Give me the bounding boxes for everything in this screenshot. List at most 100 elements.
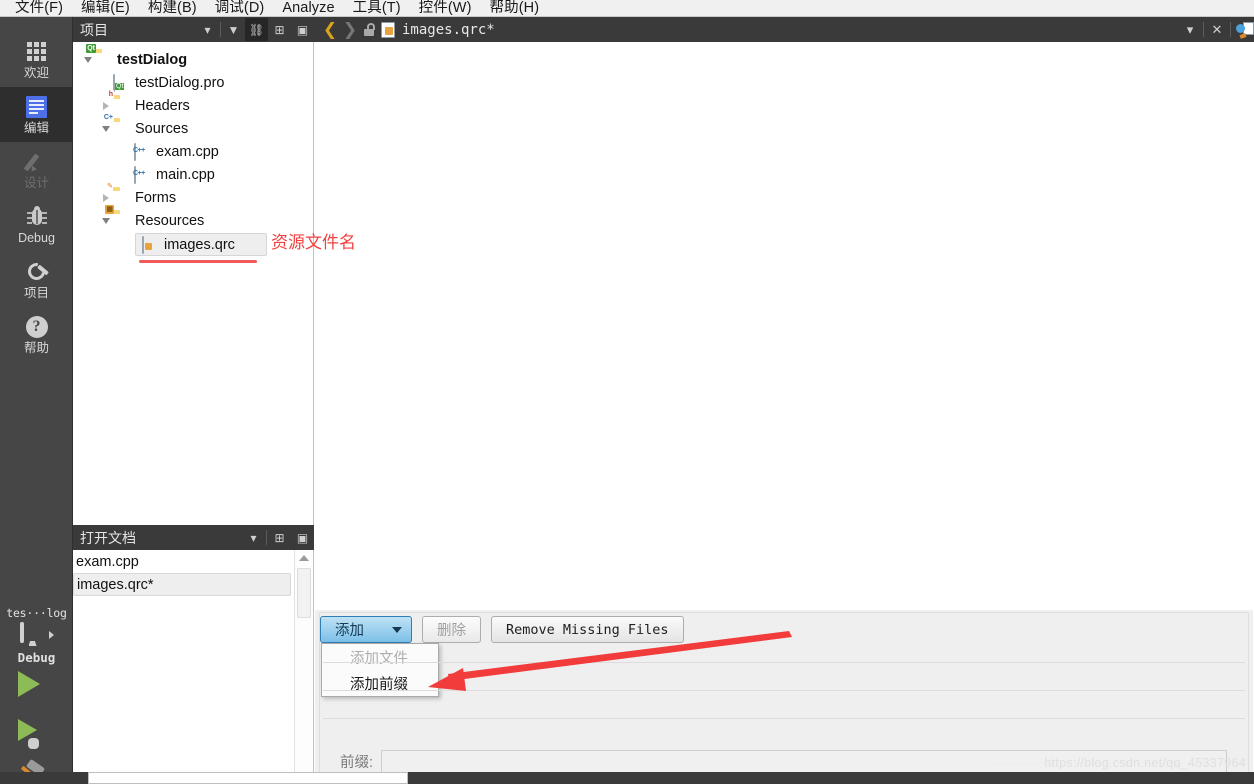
remove-button[interactable]: 删除 xyxy=(422,616,481,643)
tree-label: testDialog xyxy=(117,51,188,68)
menu-window[interactable]: 控件(W) xyxy=(410,0,481,17)
qrc-file-icon xyxy=(381,21,395,38)
remove-missing-files-button[interactable]: Remove Missing Files xyxy=(491,616,684,643)
tree-label: testDialog.pro xyxy=(135,74,225,91)
tree-item-exam-cpp[interactable]: exam.cpp xyxy=(73,140,313,163)
debug-button[interactable] xyxy=(0,707,73,753)
document-icon xyxy=(26,95,47,119)
wrench-icon xyxy=(25,260,49,284)
tree-item-testdialog[interactable]: Qt testDialog xyxy=(73,44,313,71)
resource-tree-view[interactable] xyxy=(323,650,1245,732)
file-cpp-icon xyxy=(134,166,151,184)
mode-projects[interactable]: 项目 xyxy=(0,252,73,307)
run-button[interactable] xyxy=(0,661,73,707)
twisty-closed-icon[interactable] xyxy=(99,101,113,110)
documents-scrollbar[interactable] xyxy=(294,550,312,784)
folder-forms-icon: ✎ xyxy=(107,183,113,190)
twisty-closed-icon[interactable] xyxy=(99,193,113,202)
forward-arrow-icon[interactable]: ❯ xyxy=(340,21,360,38)
remove-missing-files-label: Remove Missing Files xyxy=(506,621,669,638)
close-panel-icon[interactable]: ▣ xyxy=(291,526,314,549)
document-item-exam-cpp[interactable]: exam.cpp xyxy=(73,550,313,573)
mode-help-label: 帮助 xyxy=(23,340,49,355)
desktop-monitor-icon xyxy=(19,622,46,646)
watermark-text: https://blog.csdn.net/qq_45337964 xyxy=(1044,756,1246,770)
tree-label: main.cpp xyxy=(156,166,215,183)
menu-help[interactable]: 帮助(H) xyxy=(481,0,549,17)
sync-link-icon[interactable]: ⛓ xyxy=(245,18,268,41)
status-bar xyxy=(0,772,1254,784)
folder-headers-icon: h xyxy=(107,90,114,99)
split-editor-icon[interactable] xyxy=(1236,21,1254,39)
menu-debug[interactable]: 调试(D) xyxy=(206,0,274,17)
mode-edit[interactable]: 编辑 xyxy=(0,87,73,142)
remove-button-label: 删除 xyxy=(437,623,466,639)
project-panel-title: 项目 xyxy=(80,21,108,38)
project-panel: 项目 ▾ ▼ ⛓ ⊞ ▣ Qt testDialog testDialog.pr… xyxy=(73,17,314,525)
close-x-icon[interactable]: ✕ xyxy=(1205,22,1229,38)
resource-editor-canvas[interactable] xyxy=(314,42,1254,610)
chevron-down-icon[interactable]: ▾ xyxy=(1178,22,1202,38)
run-controls xyxy=(0,661,73,784)
twisty-open-icon[interactable] xyxy=(99,217,113,224)
chevron-right-icon xyxy=(48,630,54,639)
add-button-label: 添加 xyxy=(335,623,364,639)
mode-edit-label: 编辑 xyxy=(23,120,49,135)
mode-help[interactable]: ? 帮助 xyxy=(0,307,73,362)
tree-label: Forms xyxy=(135,189,177,206)
mode-debug[interactable]: Debug xyxy=(0,197,73,252)
editor-toolbar: ❮ ❯ images.qrc* ▾ ✕ xyxy=(314,17,1254,42)
tree-label: Resources xyxy=(135,212,205,229)
qt-creator-window: 文件(F) 编辑(E) 构建(B) 调试(D) Analyze 工具(T) 控件… xyxy=(0,0,1254,784)
editor-filename[interactable]: images.qrc* xyxy=(402,22,1178,38)
tree-label: Sources xyxy=(135,120,189,137)
document-item-images-qrc[interactable]: images.qrc* xyxy=(73,573,291,596)
back-arrow-icon[interactable]: ❮ xyxy=(320,21,340,38)
filter-icon[interactable]: ▼ xyxy=(222,18,245,41)
menu-edit[interactable]: 编辑(E) xyxy=(72,0,139,17)
menu-tools[interactable]: 工具(T) xyxy=(344,0,410,17)
pencil-icon xyxy=(26,150,48,174)
folder-qt-icon: Qt xyxy=(86,44,96,53)
panel-dropdown-icon[interactable]: ▾ xyxy=(196,18,219,41)
twisty-open-icon[interactable] xyxy=(99,125,113,132)
project-tree[interactable]: Qt testDialog testDialog.pro h Headers C… xyxy=(73,42,314,525)
tree-label: images.qrc xyxy=(164,236,235,253)
scrollbar-thumb[interactable] xyxy=(297,568,311,618)
kit-selector[interactable]: tes···log Debug xyxy=(0,606,73,665)
resource-editor: 添加 删除 Remove Missing Files 添加文件 添加前缀 前缀: xyxy=(314,42,1254,784)
documents-dropdown-icon[interactable]: ▾ xyxy=(242,526,265,549)
resource-filename-note: 资源文件名 xyxy=(271,233,356,252)
open-documents-list[interactable]: exam.cpp images.qrc* xyxy=(73,550,314,784)
menu-build[interactable]: 构建(B) xyxy=(139,0,206,17)
twisty-open-icon[interactable] xyxy=(81,56,95,63)
close-panel-icon[interactable]: ▣ xyxy=(291,18,314,41)
tree-item-sources[interactable]: C+ Sources xyxy=(73,113,313,140)
add-button[interactable]: 添加 xyxy=(320,616,412,643)
split-add-icon[interactable]: ⊞ xyxy=(268,18,291,41)
status-bar-field xyxy=(88,772,408,784)
tree-label: Headers xyxy=(135,97,190,114)
split-add-icon[interactable]: ⊞ xyxy=(268,526,291,549)
chevron-down-icon xyxy=(392,626,402,633)
bug-icon xyxy=(26,205,47,229)
menu-bar: 文件(F) 编辑(E) 构建(B) 调试(D) Analyze 工具(T) 控件… xyxy=(0,0,1254,17)
kit-project-label: tes···log xyxy=(6,606,67,620)
unlocked-padlock-icon[interactable] xyxy=(362,22,376,37)
tree-item-images-qrc[interactable]: images.qrc xyxy=(135,233,267,256)
open-documents-header: 打开文档 ▾ ⊞ ▣ xyxy=(73,525,314,550)
mode-projects-label: 项目 xyxy=(23,285,49,300)
play-triangle-icon xyxy=(18,671,40,697)
mode-welcome[interactable]: 欢迎 xyxy=(0,32,73,87)
file-qt-pro-icon xyxy=(113,74,130,92)
file-qrc-icon xyxy=(142,236,159,254)
mode-design-label: 设计 xyxy=(23,175,49,190)
mode-design[interactable]: 设计 xyxy=(0,142,73,197)
question-icon: ? xyxy=(25,315,48,339)
menu-file[interactable]: 文件(F) xyxy=(6,0,72,17)
annotation-underline xyxy=(139,260,257,263)
menu-analyze[interactable]: Analyze xyxy=(273,0,343,17)
scroll-up-icon[interactable] xyxy=(295,550,313,566)
folder-resources-icon: ▦ xyxy=(105,205,114,214)
folder-sources-icon: C+ xyxy=(102,113,114,122)
